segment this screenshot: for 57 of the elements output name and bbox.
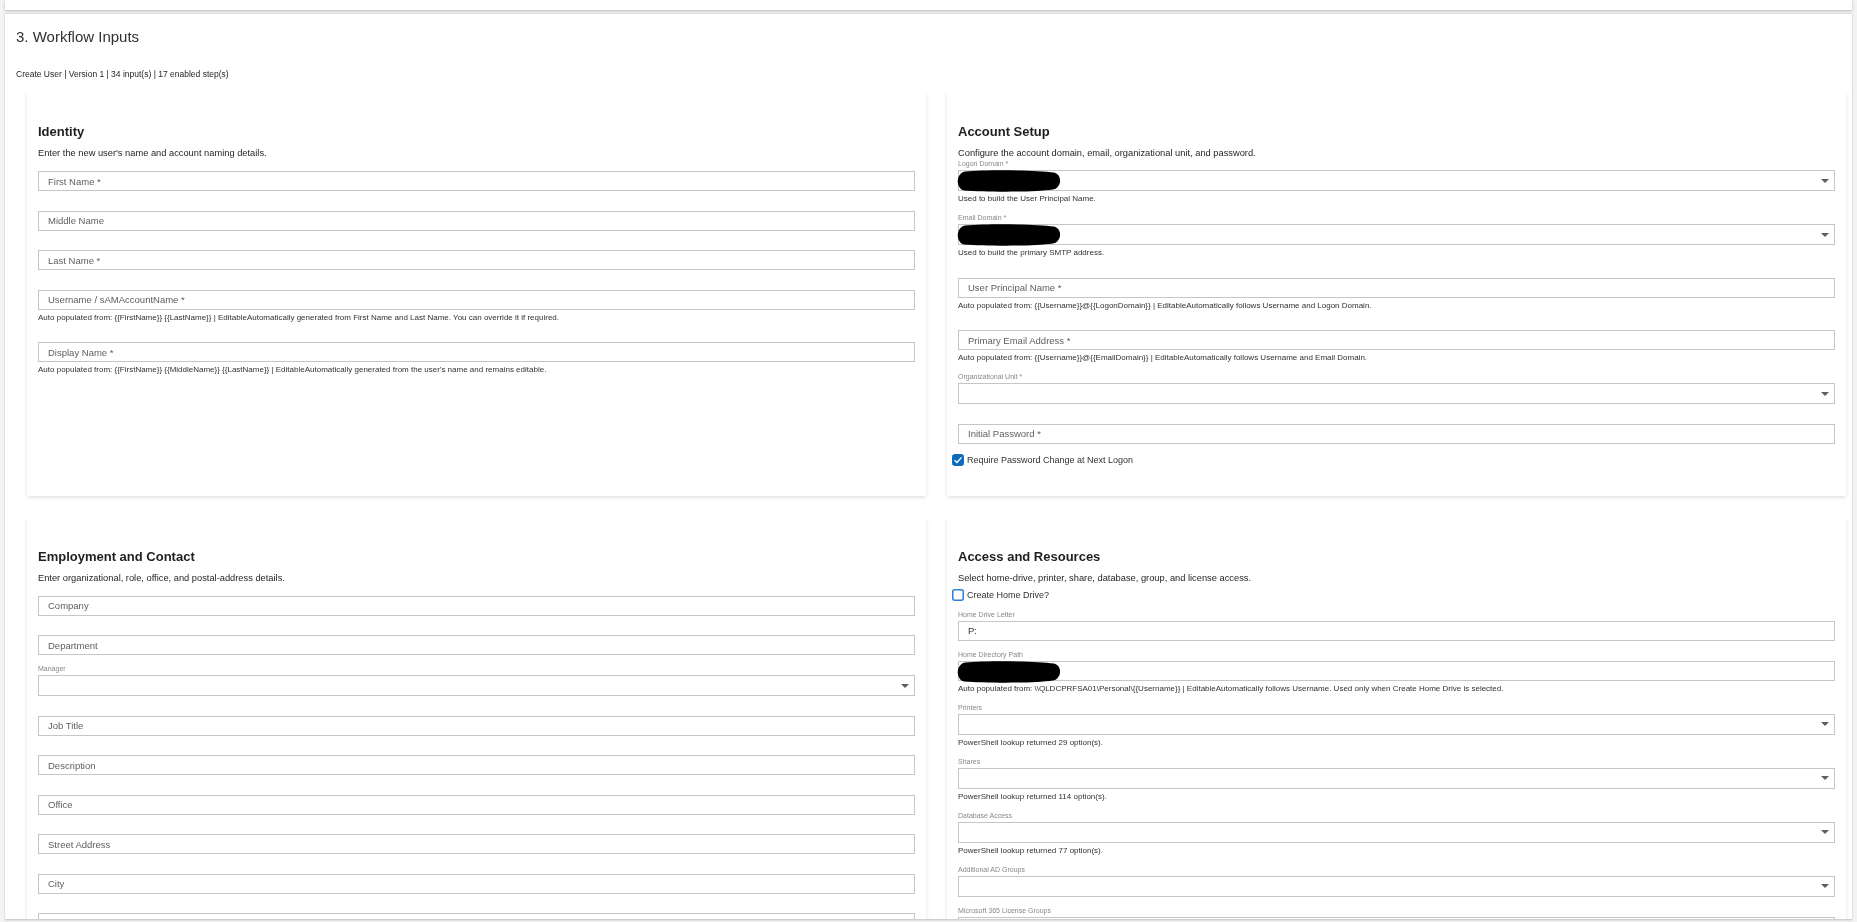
section-title: Identity xyxy=(38,124,85,140)
section-title: Employment and Contact xyxy=(38,548,195,565)
checkbox-label: Require Password Change at Next Logon xyxy=(967,453,1134,466)
text-field[interactable]: Office xyxy=(38,794,915,815)
text-field[interactable]: Display Name * xyxy=(38,342,915,362)
text-field[interactable]: Company xyxy=(38,595,915,616)
checkbox[interactable] xyxy=(952,588,964,601)
helper-text: Auto populated from: {{Username}}@{{EmailDomain}} | EditableAutomatically follows Username and Email Domain. xyxy=(958,353,1368,363)
page-title: 3. Workflow Inputs xyxy=(16,27,140,47)
text-field[interactable]: First Name * xyxy=(38,171,915,191)
dropdown-field[interactable] xyxy=(958,383,1835,404)
section-description: Select home-drive, printer, share, database, group, and license access. xyxy=(958,571,1251,584)
helper-text: Auto populated from: \\QLDCPRFSA01\Personal\{{Username}} | EditableAutomatically follows Username. Used only when Create Home Drive is selected. xyxy=(958,683,1504,694)
caret-down-icon xyxy=(1821,884,1829,888)
section-title: Account Setup xyxy=(958,124,1050,140)
text-field[interactable]: Middle Name xyxy=(38,210,915,231)
caret-down-icon xyxy=(901,683,909,688)
text-field[interactable]: Job Title xyxy=(38,715,915,736)
helper-text: PowerShell lookup returned 114 option(s). xyxy=(958,791,1107,802)
caret-down-icon xyxy=(1821,722,1829,726)
text-field[interactable]: Initial Password * xyxy=(958,423,1835,444)
text-field[interactable]: P: xyxy=(958,620,1835,641)
text-field[interactable]: Description xyxy=(38,755,915,775)
caret-down-icon xyxy=(1821,391,1829,396)
section-description: Configure the account domain, email, organizational unit, and password. xyxy=(958,147,1256,159)
dropdown-field[interactable] xyxy=(958,224,1835,245)
text-field[interactable]: Last Name * xyxy=(38,250,915,270)
helper-text: Auto populated from: {{FirstName}} {{MiddleName}} {{LastName}} | EditableAutomatically generated from the user's name and remains editable. xyxy=(38,365,547,375)
dropdown-field[interactable] xyxy=(958,875,1835,897)
helper-text: Auto populated from: {{Username}}@{{LogonDomain}} | EditableAutomatically follows Username and Logon Domain. xyxy=(958,300,1372,311)
caret-down-icon xyxy=(1821,232,1829,237)
section-title: Access and Resources xyxy=(958,548,1101,565)
caret-down-icon xyxy=(1821,830,1829,834)
caret-down-icon xyxy=(1821,178,1829,183)
dropdown-field[interactable] xyxy=(958,767,1835,789)
text-field[interactable]: City xyxy=(38,873,915,894)
helper-text: Used to build the User Principal Name. xyxy=(958,194,1096,204)
workflow-summary: Create User | Version 1 | 34 input(s) | 17 enabled step(s) xyxy=(16,69,229,80)
text-field[interactable]: User Principal Name * xyxy=(958,277,1835,298)
dropdown-field[interactable] xyxy=(958,821,1835,843)
helper-text: Auto populated from: {{FirstName}} {{LastName}} | EditableAutomatically generated from First Name and Last Name. You can override it if required. xyxy=(38,312,560,323)
checkbox-label: Create Home Drive? xyxy=(967,588,1050,601)
text-field[interactable]: Username / sAMAccountName * xyxy=(38,289,915,310)
helper-text: PowerShell lookup returned 77 option(s). xyxy=(958,845,1103,856)
section-description: Enter the new user's name and account naming details. xyxy=(38,147,267,159)
text-field[interactable]: Street Address xyxy=(38,834,915,854)
caret-down-icon xyxy=(1821,776,1829,780)
checkbox[interactable] xyxy=(952,453,964,466)
dropdown-field[interactable] xyxy=(958,170,1835,191)
section-description: Enter organizational, role, office, and postal-address details. xyxy=(38,571,285,584)
helper-text: Used to build the primary SMTP address. xyxy=(958,248,1105,258)
text-field[interactable]: Primary Email Address * xyxy=(958,330,1835,350)
dropdown-field[interactable] xyxy=(958,713,1835,735)
dropdown-field[interactable] xyxy=(38,675,915,696)
text-field[interactable]: Department xyxy=(38,635,915,655)
helper-text: PowerShell lookup returned 29 option(s). xyxy=(958,737,1103,748)
text-field[interactable] xyxy=(958,660,1835,681)
